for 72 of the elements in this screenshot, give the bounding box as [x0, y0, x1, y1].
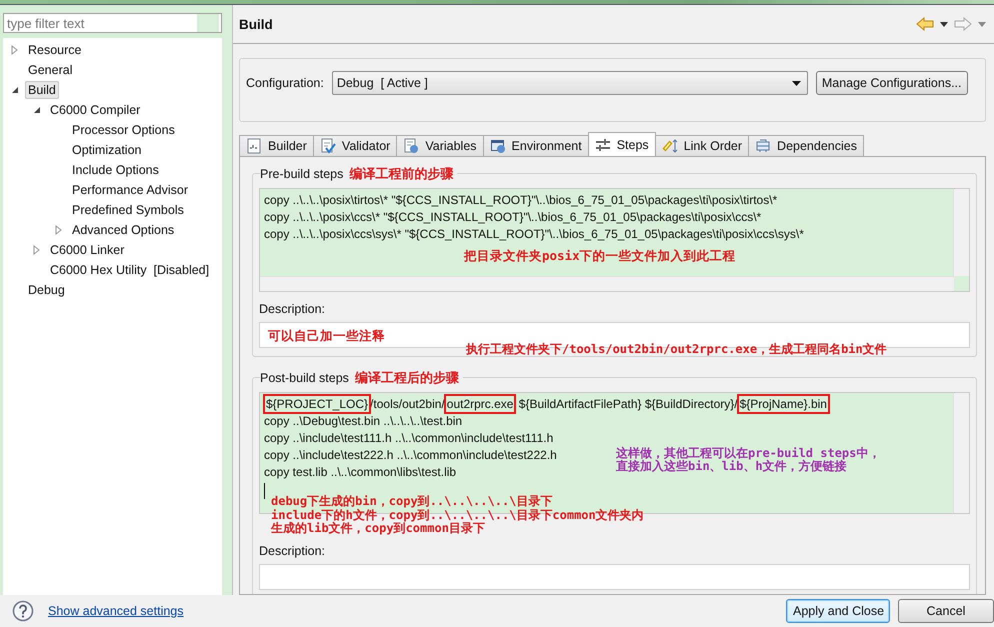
tab[interactable]: Validator [312, 135, 398, 156]
tree-item[interactable]: Resource [25, 41, 84, 59]
back-arrow-icon[interactable] [916, 17, 934, 31]
tab[interactable]: Dependencies [748, 135, 864, 156]
annotation-text: 把目录文件夹posix下的一些文件加入到此工程 [464, 248, 737, 265]
dialog-button[interactable]: Cancel [898, 599, 994, 623]
annotation-text: debug下生成的bin，copy到..\..\..\..\目录下 [271, 495, 554, 508]
manage-configurations-button[interactable]: Manage Configurations... [816, 71, 968, 95]
tree-item[interactable]: Performance Advisor [69, 181, 192, 199]
tree-item[interactable]: Include Options [69, 161, 162, 179]
expand-icon[interactable] [33, 245, 41, 255]
scrollbar[interactable] [260, 276, 954, 291]
checked-document-icon [320, 138, 336, 154]
code-line: copy ..\include\test111.h ..\..\common\include\test111.h [264, 430, 554, 447]
binary-file-icon [246, 138, 262, 154]
scrollbar[interactable] [953, 393, 969, 513]
tab[interactable]: Link Order [654, 135, 750, 156]
tab[interactable]: Variables [396, 135, 484, 156]
tree-item[interactable]: Optimization [69, 141, 144, 159]
tab[interactable]: Builder [239, 135, 314, 156]
page-title: Build [239, 16, 273, 32]
configuration-label: Configuration: [246, 75, 324, 92]
tab[interactable]: Steps [588, 132, 656, 156]
group-label: Pre-build steps [260, 167, 344, 181]
chain-link-icon [662, 138, 678, 154]
tab[interactable]: Environment [482, 135, 589, 156]
code-line: copy test.lib ..\..\common\libs\test.lib [264, 464, 456, 481]
tree-item[interactable]: C6000 Hex Utility [Disabled] [47, 261, 212, 279]
forward-arrow-icon[interactable] [954, 17, 972, 31]
group-label: Post-build steps [260, 371, 349, 385]
tree-item[interactable]: Processor Options [69, 121, 178, 139]
splitter-bar[interactable] [222, 5, 233, 595]
annotation-text: 编译工程前的步骤 [349, 166, 454, 183]
expand-icon[interactable] [55, 225, 63, 235]
collapse-icon[interactable] [33, 105, 41, 115]
tree-item[interactable]: C6000 Compiler [47, 101, 144, 119]
description-field[interactable] [259, 564, 970, 590]
package-icon [755, 138, 772, 154]
code-line: copy ..\..\..\posix\ccs\sys\* "${CCS_INSTALL_ROOT}"\..\bios_6_75_01_05\packages\ti\posix\ccs\sys\* [264, 226, 804, 243]
pre-build-steps-field[interactable] [259, 188, 970, 292]
description-label: Description: [259, 302, 326, 316]
code-line: copy ..\Debug\test.bin ..\..\..\..\test.bin [264, 413, 462, 430]
code-line: copy ..\..\..\posix\ccs\* "${CCS_INSTALL_ROOT}"\..\bios_6_75_01_05\packages\ti\posix\ccs\* [264, 209, 762, 226]
window-icon [490, 138, 506, 154]
collapse-icon[interactable] [11, 85, 19, 95]
tree-item[interactable]: Debug [25, 281, 68, 299]
text-cursor [264, 483, 265, 499]
expand-icon[interactable] [11, 45, 19, 55]
annotation-text: 编译工程后的步骤 [354, 370, 459, 387]
tree-item[interactable]: C6000 Linker [47, 241, 128, 259]
tree-item[interactable]: Build [25, 81, 59, 99]
sliders-icon [594, 136, 611, 152]
show-advanced-settings-link[interactable]: Show advanced settings [48, 604, 184, 618]
document-icon [403, 138, 420, 154]
help-icon[interactable] [12, 600, 34, 622]
annotation-text: 直接加入这些bin、lib、h文件，方便链接 [616, 460, 847, 473]
scrollbar[interactable] [953, 189, 969, 276]
configuration-dropdown[interactable]: Debug [ Active ] [332, 71, 808, 95]
caret-icon[interactable] [940, 22, 948, 26]
annotation-text: 生成的lib文件，copy到common目录下 [271, 522, 486, 536]
tree-item[interactable]: Advanced Options [69, 221, 178, 239]
tree-item[interactable]: General [25, 61, 76, 79]
code-line: copy ..\..\..\posix\tirtos\* "${CCS_INSTALL_ROOT}"\..\bios_6_75_01_05\packages\ti\posix\tirtos\* [264, 192, 778, 209]
filter-field[interactable]: type filter text [3, 13, 222, 33]
code-line: copy ..\include\test222.h ..\..\common\include\test222.h [264, 447, 557, 464]
annotation-text: include下的h文件，copy到..\..\..\..\目录下common文件夹内 [271, 508, 644, 522]
dialog-button[interactable]: Apply and Close [786, 599, 890, 623]
description-label: Description: [259, 544, 326, 558]
annotation-text: 这样做，其他工程可以在pre-build steps中， [616, 447, 880, 460]
code-line: ${PROJECT_LOC} /tools/out2bin/ out2rprc.exe ${BuildArtifactFilePath} ${BuildDirectory}/ ${ProjName}.bin [264, 396, 829, 413]
caret-icon [792, 80, 801, 86]
tree-item[interactable]: Predefined Symbols [69, 201, 187, 219]
